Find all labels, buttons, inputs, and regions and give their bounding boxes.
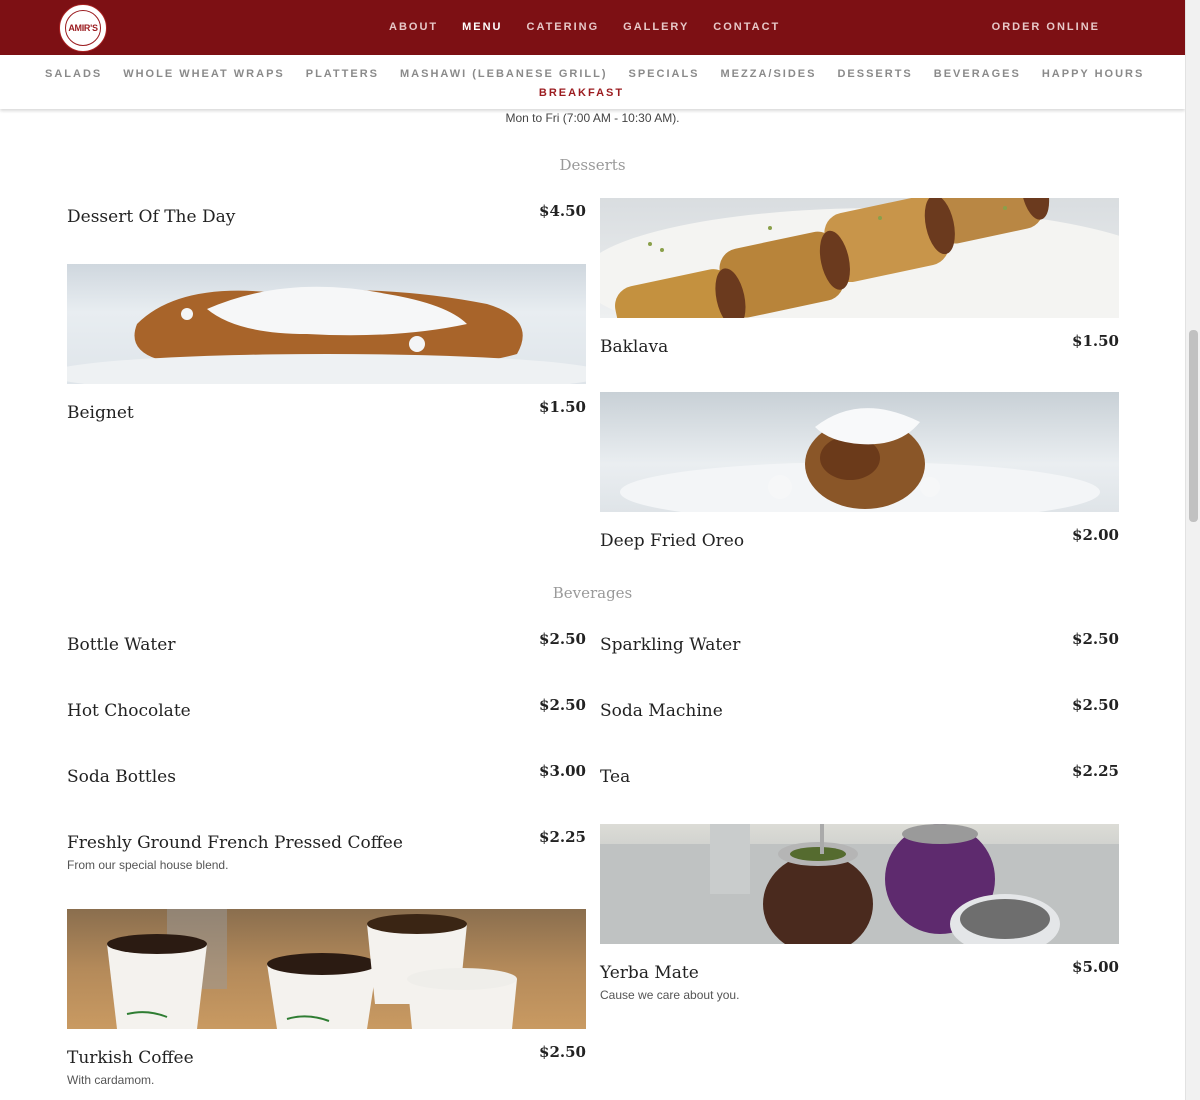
- top-header: AMIR'S ABOUT MENU CATERING GALLERY CONTA…: [0, 0, 1185, 55]
- section-title-desserts: Desserts: [559, 156, 626, 174]
- category-bar: SALADS WHOLE WHEAT WRAPS PLATTERS MASHAW…: [0, 55, 1185, 109]
- menu-item: Soda Machine $2.50: [600, 696, 1119, 722]
- turkish-coffee-image: [67, 909, 586, 1029]
- yerba-mate-image: [600, 824, 1119, 944]
- main-nav: ABOUT MENU CATERING GALLERY CONTACT: [389, 21, 804, 33]
- item-price: $2.50: [539, 630, 586, 648]
- item-price: $3.00: [539, 762, 586, 780]
- item-price: $2.50: [539, 696, 586, 714]
- logo-ring: AMIR'S: [65, 10, 101, 46]
- item-description: From our special house blend.: [67, 858, 229, 872]
- coffee-illustration: [107, 909, 517, 1029]
- item-name: Dessert Of The Day: [67, 207, 236, 227]
- category-happy-hours[interactable]: HAPPY HOURS: [1042, 68, 1144, 80]
- nav-gallery[interactable]: GALLERY: [623, 21, 689, 33]
- menu-item: Bottle Water $2.50: [67, 630, 586, 656]
- beignet-image: [67, 264, 586, 384]
- baklava-illustration: [600, 198, 1119, 318]
- item-name: Deep Fried Oreo: [600, 531, 745, 551]
- category-mezza-sides[interactable]: MEZZA/SIDES: [721, 68, 817, 80]
- category-platters[interactable]: PLATTERS: [306, 68, 379, 80]
- menu-item: Sparkling Water $2.50: [600, 630, 1119, 656]
- item-description: Cause we care about you.: [600, 988, 740, 1002]
- category-specials[interactable]: SPECIALS: [629, 68, 700, 80]
- item-price: $2.25: [539, 828, 586, 846]
- category-breakfast[interactable]: BREAKFAST: [0, 87, 1163, 99]
- order-online-link[interactable]: ORDER ONLINE: [992, 21, 1100, 33]
- nav-catering[interactable]: CATERING: [527, 21, 600, 33]
- category-salads[interactable]: SALADS: [45, 68, 102, 80]
- menu-item: Beignet $1.50: [67, 264, 586, 424]
- page-scrollbar[interactable]: [1185, 0, 1200, 1100]
- deep-fried-oreo-image: [600, 392, 1119, 512]
- menu-item: Turkish Coffee $2.50 With cardamom.: [67, 909, 586, 1087]
- item-price: $2.00: [1072, 526, 1119, 544]
- item-name: Yerba Mate: [600, 963, 699, 983]
- breakfast-hours-note: Mon to Fri (7:00 AM - 10:30 AM).: [505, 111, 680, 125]
- item-price: $2.50: [539, 1043, 586, 1061]
- category-whole-wheat-wraps[interactable]: WHOLE WHEAT WRAPS: [123, 68, 285, 80]
- item-price: $1.50: [539, 398, 586, 416]
- menu-item: Yerba Mate $5.00 Cause we care about you…: [600, 824, 1119, 1002]
- item-name: Hot Chocolate: [67, 701, 191, 721]
- category-mashawi[interactable]: MASHAWI (LEBANESE GRILL): [400, 68, 608, 80]
- beignet-illustration: [67, 286, 586, 384]
- oreo-illustration: [620, 408, 1100, 512]
- item-name: Sparkling Water: [600, 635, 741, 655]
- item-name: Soda Bottles: [67, 767, 176, 787]
- item-price: $4.50: [539, 202, 586, 220]
- menu-item: Hot Chocolate $2.50: [67, 696, 586, 722]
- item-name: Tea: [600, 767, 631, 787]
- logo-text: AMIR'S: [68, 23, 98, 33]
- item-price: $1.50: [1072, 332, 1119, 350]
- baklava-image: [600, 198, 1119, 318]
- menu-item: Tea $2.25: [600, 762, 1119, 788]
- menu-item: Soda Bottles $3.00: [67, 762, 586, 788]
- scrollbar-thumb[interactable]: [1189, 330, 1198, 522]
- item-name: Turkish Coffee: [67, 1048, 194, 1068]
- menu-item: Freshly Ground French Pressed Coffee $2.…: [67, 828, 586, 872]
- item-name: Soda Machine: [600, 701, 723, 721]
- item-name: Baklava: [600, 337, 669, 357]
- nav-about[interactable]: ABOUT: [389, 21, 438, 33]
- item-name: Bottle Water: [67, 635, 176, 655]
- mate-illustration: [600, 824, 1119, 944]
- category-list: SALADS WHOLE WHEAT WRAPS PLATTERS MASHAW…: [45, 68, 1165, 80]
- category-beverages[interactable]: BEVERAGES: [934, 68, 1021, 80]
- item-description: With cardamom.: [67, 1073, 155, 1087]
- menu-item: Deep Fried Oreo $2.00: [600, 392, 1119, 552]
- item-price: $2.25: [1072, 762, 1119, 780]
- nav-contact[interactable]: CONTACT: [713, 21, 780, 33]
- item-name: Freshly Ground French Pressed Coffee: [67, 833, 403, 853]
- item-price: $5.00: [1072, 958, 1119, 976]
- nav-menu[interactable]: MENU: [462, 21, 502, 33]
- item-price: $2.50: [1072, 630, 1119, 648]
- item-price: $2.50: [1072, 696, 1119, 714]
- item-name: Beignet: [67, 403, 134, 423]
- logo[interactable]: AMIR'S: [60, 5, 106, 51]
- menu-item: Baklava $1.50: [600, 198, 1119, 358]
- category-desserts[interactable]: DESSERTS: [837, 68, 912, 80]
- menu-item: Dessert Of The Day $4.50: [67, 202, 586, 228]
- section-title-beverages: Beverages: [552, 584, 633, 602]
